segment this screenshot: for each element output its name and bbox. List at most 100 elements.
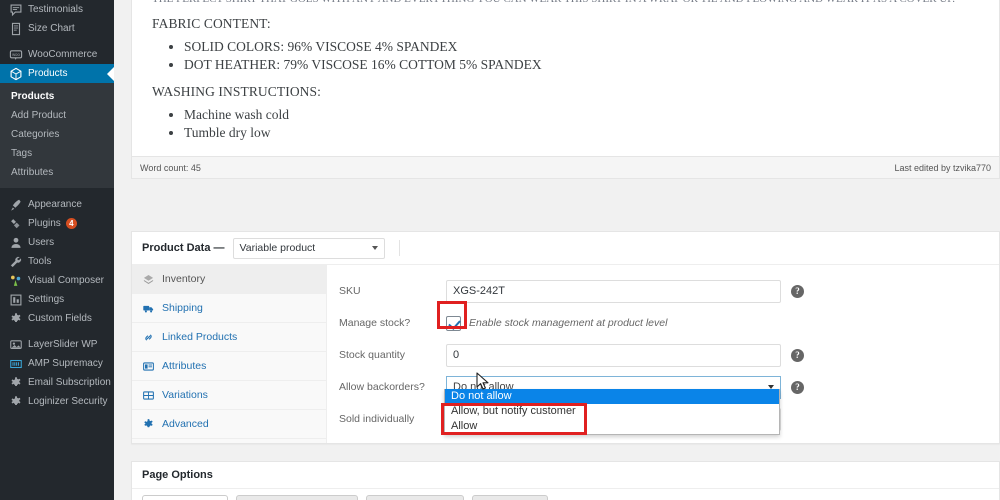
woocommerce-icon: woo bbox=[8, 47, 23, 62]
sold-individually-label: Sold individually bbox=[339, 413, 415, 425]
sidebar-item-products[interactable]: Products bbox=[0, 64, 114, 83]
editor-status-bar: Word count: 45 Last edited by tzvika770 bbox=[132, 156, 999, 178]
sidebar-item-custom-fields[interactable]: Custom Fields bbox=[0, 309, 114, 328]
submenu-item-attributes[interactable]: Attributes bbox=[0, 163, 114, 182]
page-options-panel: Page Options bbox=[131, 461, 1000, 500]
page-options-button-3[interactable] bbox=[366, 495, 464, 500]
sidebar-item-label: WooCommerce bbox=[28, 49, 98, 60]
appearance-icon bbox=[8, 197, 23, 212]
help-icon[interactable]: ? bbox=[791, 348, 804, 362]
sidebar-item-visual-composer[interactable]: Visual Composer bbox=[0, 271, 114, 290]
sidebar-item-tools[interactable]: Tools bbox=[0, 252, 114, 271]
page-options-button-4[interactable] bbox=[472, 495, 548, 500]
settings-icon bbox=[8, 292, 23, 307]
tab-advanced[interactable]: Advanced bbox=[132, 410, 326, 439]
wordpress-admin-screen: Testimonials Size Chart woo WooCommerce Prod… bbox=[0, 0, 1000, 500]
product-data-tab-list: Inventory Shipping Linked Products Attribut… bbox=[132, 265, 327, 443]
sidebar-item-amp-supremacy[interactable]: AMP Supremacy bbox=[0, 354, 114, 373]
stock-quantity-input[interactable]: 0 bbox=[446, 343, 781, 367]
tab-label: Attributes bbox=[162, 360, 207, 372]
sku-row: SKU XGS-242T ? bbox=[327, 275, 999, 307]
manage-stock-checkbox[interactable] bbox=[446, 315, 461, 331]
tab-shipping[interactable]: Shipping bbox=[132, 294, 326, 323]
page-options-title: Page Options bbox=[132, 462, 999, 489]
loginizer-security-icon bbox=[8, 394, 23, 409]
washing-instructions-list: Machine wash coldTumble dry low bbox=[152, 106, 979, 142]
sidebar-menu-bottom: Appearance Plugins 4 Users Tools Visual Compo… bbox=[0, 195, 114, 411]
product-data-title: Product Data — bbox=[142, 242, 225, 254]
submenu-item-add-product[interactable]: Add Product bbox=[0, 106, 114, 125]
chevron-down-icon bbox=[371, 246, 378, 250]
sku-value: XGS-242T bbox=[453, 285, 505, 297]
description-clipped-line: THE PERFECT SHIRT THAT GOES WITH ANY AND… bbox=[152, 0, 979, 6]
sidebar-item-label: LayerSlider WP bbox=[28, 339, 98, 350]
list-item: Tumble dry low bbox=[184, 124, 979, 142]
tab-label: Linked Products bbox=[162, 331, 238, 343]
allow-backorders-dropdown[interactable]: Do not allow Allow, but notify customer Al… bbox=[444, 389, 780, 435]
fabric-content-heading: FABRIC CONTENT: bbox=[152, 16, 271, 31]
manage-stock-row: Manage stock? Enable stock management at… bbox=[327, 307, 999, 339]
word-count: Word count: 45 bbox=[140, 162, 201, 173]
size-chart-icon bbox=[8, 21, 23, 36]
dropdown-option-allow[interactable]: Allow bbox=[445, 419, 779, 434]
gear-icon bbox=[142, 418, 155, 431]
tab-label: Inventory bbox=[162, 273, 206, 285]
allow-backorders-label: Allow backorders? bbox=[339, 381, 425, 393]
sidebar-item-size-chart[interactable]: Size Chart bbox=[0, 19, 114, 38]
submenu-item-categories[interactable]: Categories bbox=[0, 125, 114, 144]
stock-quantity-label: Stock quantity bbox=[339, 349, 405, 361]
tools-icon bbox=[8, 254, 23, 269]
tab-linked-products[interactable]: Linked Products bbox=[132, 323, 326, 352]
product-type-select[interactable]: Variable product bbox=[232, 237, 385, 259]
tab-attributes[interactable]: Attributes bbox=[132, 352, 326, 381]
svg-text:woo: woo bbox=[12, 52, 20, 57]
sidebar-item-label: Products bbox=[28, 68, 68, 79]
submenu-item-products[interactable]: Products bbox=[0, 87, 114, 106]
sidebar-item-label: Users bbox=[28, 237, 55, 248]
sidebar-item-email-subscription[interactable]: Email Subscription bbox=[0, 373, 114, 392]
sidebar-item-loginizer-security[interactable]: Loginizer Security bbox=[0, 392, 114, 411]
submenu-item-tags[interactable]: Tags bbox=[0, 144, 114, 163]
tab-label: Shipping bbox=[162, 302, 203, 314]
admin-sidebar: Testimonials Size Chart woo WooCommerce Prod… bbox=[0, 0, 114, 500]
sidebar-item-layerslider-wp[interactable]: LayerSlider WP bbox=[0, 335, 114, 354]
tab-label: Variations bbox=[162, 389, 208, 401]
sidebar-item-plugins[interactable]: Plugins 4 bbox=[0, 214, 114, 233]
stock-quantity-value: 0 bbox=[453, 349, 460, 361]
tab-variations[interactable]: Variations bbox=[132, 381, 326, 410]
sidebar-item-label: AMP Supremacy bbox=[28, 358, 103, 369]
variations-grid-icon bbox=[142, 389, 155, 402]
sidebar-item-label: Testimonials bbox=[28, 4, 84, 15]
products-submenu: Products Add Product Categories Tags Attribu… bbox=[0, 83, 114, 188]
stock-quantity-row: Stock quantity 0 ? bbox=[327, 339, 999, 371]
sidebar-item-woocommerce[interactable]: woo WooCommerce bbox=[0, 45, 114, 64]
description-content: THE PERFECT SHIRT THAT GOES WITH ANY AND… bbox=[132, 0, 999, 142]
sidebar-item-label: Custom Fields bbox=[28, 313, 92, 324]
sku-label: SKU bbox=[339, 285, 361, 297]
dropdown-option-do-not-allow[interactable]: Do not allow bbox=[445, 389, 779, 404]
shipping-truck-icon bbox=[142, 302, 155, 315]
attributes-icon bbox=[142, 360, 155, 373]
last-edited-by: Last edited by tzvika770 bbox=[894, 162, 991, 173]
sidebar-item-appearance[interactable]: Appearance bbox=[0, 195, 114, 214]
list-item: DOT HEATHER: 79% VISCOSE 16% COTTOM 5% S… bbox=[184, 56, 979, 74]
list-item: Machine wash cold bbox=[184, 106, 979, 124]
help-icon[interactable]: ? bbox=[791, 380, 804, 394]
manage-stock-description: Enable stock management at product level bbox=[469, 317, 668, 329]
sidebar-item-users[interactable]: Users bbox=[0, 233, 114, 252]
tab-inventory[interactable]: Inventory bbox=[132, 265, 326, 294]
link-icon bbox=[142, 331, 155, 344]
help-icon[interactable]: ? bbox=[791, 284, 804, 298]
page-options-button-1[interactable] bbox=[142, 495, 228, 500]
sidebar-item-settings[interactable]: Settings bbox=[0, 290, 114, 309]
visual-composer-icon bbox=[8, 273, 23, 288]
list-item: SOLID COLORS: 96% VISCOSE 4% SPANDEX bbox=[184, 38, 979, 56]
page-options-button-2[interactable] bbox=[236, 495, 358, 500]
users-icon bbox=[8, 235, 23, 250]
sidebar-item-label: Visual Composer bbox=[28, 275, 104, 286]
sku-input[interactable]: XGS-242T bbox=[446, 279, 781, 303]
dropdown-option-allow-but-notify-customer[interactable]: Allow, but notify customer bbox=[445, 404, 779, 419]
sidebar-item-label: Settings bbox=[28, 294, 65, 305]
update-count-badge: 4 bbox=[65, 218, 77, 229]
sidebar-item-testimonials[interactable]: Testimonials bbox=[0, 0, 114, 19]
